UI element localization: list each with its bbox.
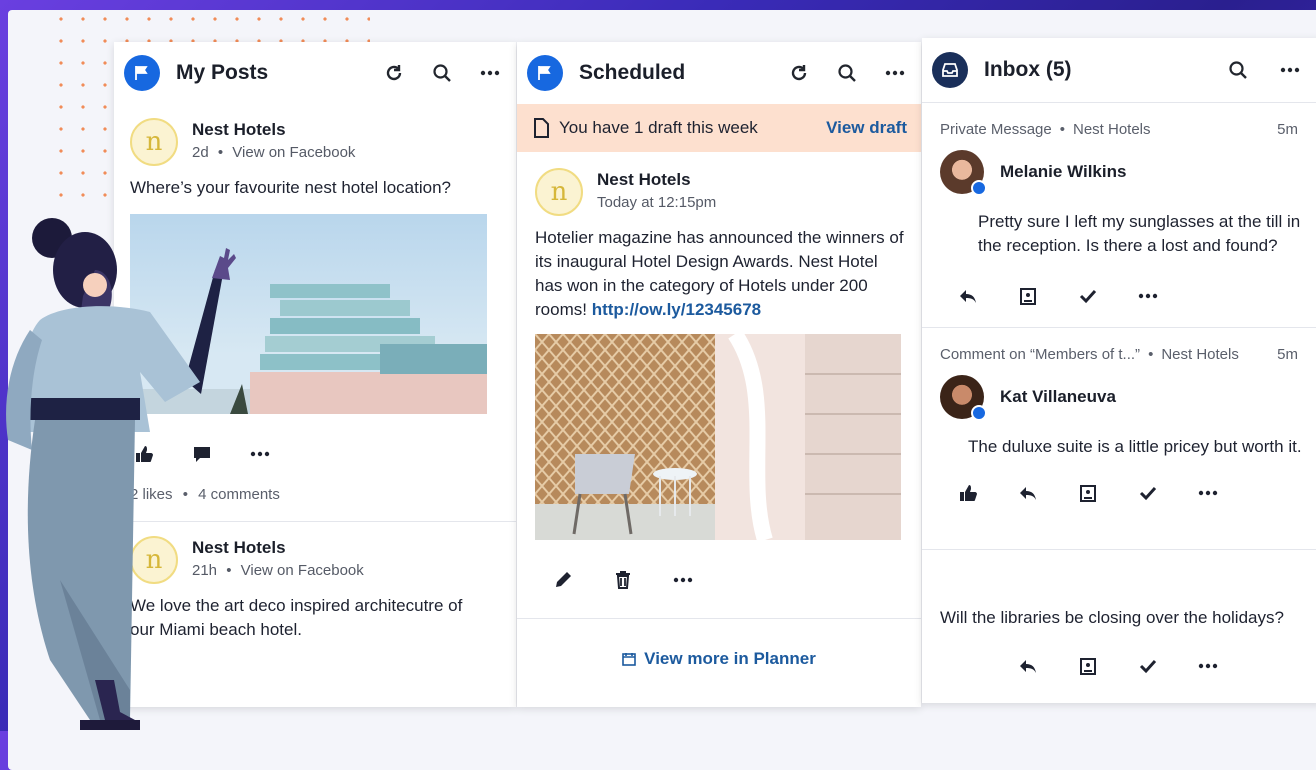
view-draft-link[interactable]: View draft <box>826 118 907 138</box>
scheduled-panel: Scheduled You have 1 draft this week Vie… <box>517 42 921 707</box>
assign-icon[interactable] <box>1074 652 1102 680</box>
message-text: Will the libraries be closing over the h… <box>940 608 1284 627</box>
nest-hotels-logo: n <box>130 118 178 166</box>
author-name: Nest Hotels <box>192 538 286 557</box>
sender-name: Kat Villaneuva <box>1000 387 1116 406</box>
refresh-icon[interactable] <box>382 61 406 85</box>
scheduled-header: Scheduled <box>517 42 921 104</box>
view-more-label: View more in Planner <box>644 649 816 668</box>
like-icon[interactable] <box>954 479 982 507</box>
comments-count[interactable]: 4 comments <box>198 486 280 503</box>
lobby-image <box>535 334 901 540</box>
like-icon[interactable] <box>130 440 158 468</box>
view-more-planner-button[interactable]: View more in Planner <box>517 619 921 699</box>
nest-hotels-logo: n <box>535 168 583 216</box>
check-icon[interactable] <box>1134 652 1162 680</box>
post-age: 21h <box>192 562 218 579</box>
post-text: We love the art deco inspired architecut… <box>130 596 463 639</box>
search-icon[interactable] <box>1226 58 1250 82</box>
reply-icon[interactable] <box>954 282 982 310</box>
message-text: Pretty sure I left my sunglasses at the … <box>978 212 1301 255</box>
check-icon[interactable] <box>1134 479 1162 507</box>
account-name: Nest Hotels <box>1072 121 1151 138</box>
draft-banner: You have 1 draft this week View draft <box>517 104 921 152</box>
panel-title: Scheduled <box>579 61 686 84</box>
more-icon[interactable] <box>478 61 502 85</box>
refresh-icon[interactable] <box>787 61 811 85</box>
inbox-item[interactable]: Comment on “Members of t...” • Nest Hote… <box>922 328 1316 549</box>
calendar-icon <box>622 652 636 666</box>
account-name: Nest Hotels <box>1161 346 1239 363</box>
likes-count[interactable]: 2 likes <box>130 486 173 503</box>
facebook-badge-icon <box>971 405 987 421</box>
author-name: Nest Hotels <box>192 120 286 139</box>
trash-icon[interactable] <box>609 566 637 594</box>
author-name: Nest Hotels <box>597 170 691 189</box>
message-type: Private Message <box>940 121 1052 138</box>
post-card: n Nest Hotels Today at 12:15pm Hotelier … <box>517 152 921 594</box>
inbox-panel: Inbox (5) Private Message • Nest Hotels … <box>922 38 1316 703</box>
more-icon[interactable] <box>246 440 274 468</box>
separator: • <box>1148 346 1154 363</box>
more-icon[interactable] <box>1194 652 1222 680</box>
facebook-badge-icon <box>971 180 987 196</box>
my-posts-header: My Posts <box>114 42 516 104</box>
inbox-item[interactable]: Will the libraries be closing over the h… <box>922 550 1316 680</box>
scheduled-time: Today at 12:15pm <box>597 194 717 211</box>
more-icon[interactable] <box>1134 282 1162 310</box>
more-icon[interactable] <box>883 61 907 85</box>
inbox-icon <box>932 52 968 88</box>
more-icon[interactable] <box>1194 479 1222 507</box>
document-icon <box>533 118 549 138</box>
my-posts-panel: My Posts n Nest Hotels 2d • View on Face… <box>114 42 516 707</box>
panel-title: My Posts <box>176 61 269 84</box>
separator: • <box>226 562 232 579</box>
draft-text: You have 1 draft this week <box>559 118 758 137</box>
check-icon[interactable] <box>1074 282 1102 310</box>
more-icon[interactable] <box>1278 58 1302 82</box>
reply-icon[interactable] <box>1014 479 1042 507</box>
edit-icon[interactable] <box>549 566 577 594</box>
post-age: 2d <box>192 144 209 161</box>
assign-icon[interactable] <box>1074 479 1102 507</box>
comment-icon[interactable] <box>188 440 216 468</box>
message-type: Comment on “Members of t...” <box>940 346 1141 363</box>
search-icon[interactable] <box>835 61 859 85</box>
inbox-item[interactable]: Private Message • Nest Hotels 5m Melanie… <box>922 103 1316 327</box>
reply-icon[interactable] <box>1014 652 1042 680</box>
more-icon[interactable] <box>669 566 697 594</box>
avatar <box>940 375 987 421</box>
post-link[interactable]: http://ow.ly/12345678 <box>592 300 761 319</box>
separator: • <box>1059 121 1065 138</box>
inbox-header: Inbox (5) <box>922 38 1316 102</box>
sender-name: Melanie Wilkins <box>1000 162 1127 181</box>
post-text: Where’s your favourite nest hotel locati… <box>130 178 451 197</box>
message-text: The duluxe suite is a little pricey but … <box>968 437 1302 456</box>
avatar <box>940 150 987 196</box>
assign-icon[interactable] <box>1014 282 1042 310</box>
nest-hotels-logo: n <box>130 536 178 584</box>
panel-title: Inbox (5) <box>984 58 1072 81</box>
view-on-facebook-link[interactable]: View on Facebook <box>232 144 355 161</box>
separator: • <box>182 486 188 503</box>
message-time: 5m <box>1277 346 1298 363</box>
post-card: n Nest Hotels 2d • View on Facebook Wher… <box>114 104 516 503</box>
view-on-facebook-link[interactable]: View on Facebook <box>241 562 364 579</box>
hotel-image <box>130 214 487 414</box>
post-card: n Nest Hotels 21h • View on Facebook We … <box>114 522 516 642</box>
separator: • <box>217 144 224 161</box>
search-icon[interactable] <box>430 61 454 85</box>
post-text: Hotelier magazine has announced the winn… <box>535 226 905 322</box>
message-time: 5m <box>1277 121 1298 138</box>
flag-icon <box>527 55 563 91</box>
flag-icon <box>124 55 160 91</box>
